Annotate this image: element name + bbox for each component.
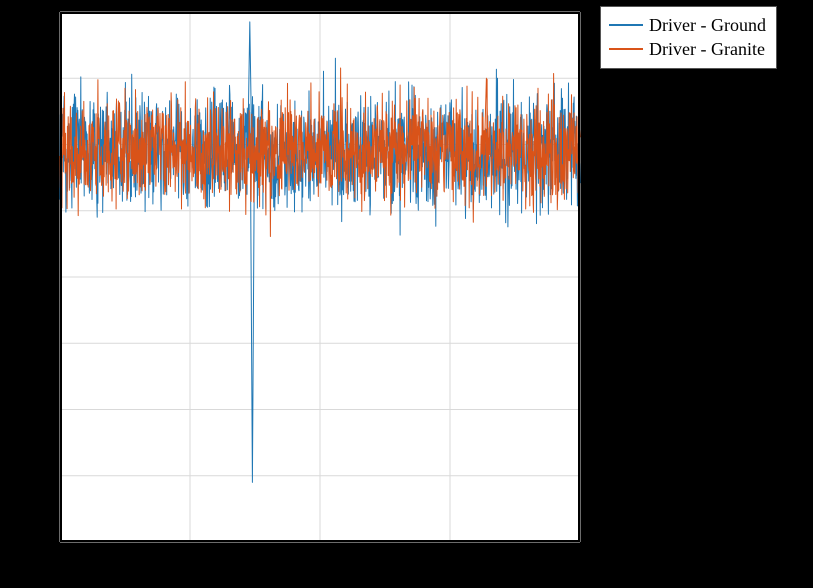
legend-label-granite: Driver - Granite [649,37,765,61]
legend: Driver - Ground Driver - Granite [600,6,777,69]
legend-label-ground: Driver - Ground [649,13,766,37]
chart-stage: Driver - Ground Driver - Granite [0,0,813,588]
legend-item-granite: Driver - Granite [609,37,766,61]
plot-area [60,12,580,542]
legend-swatch-ground [609,24,643,26]
series-layer [60,12,580,542]
legend-swatch-granite [609,48,643,50]
legend-item-ground: Driver - Ground [609,13,766,37]
